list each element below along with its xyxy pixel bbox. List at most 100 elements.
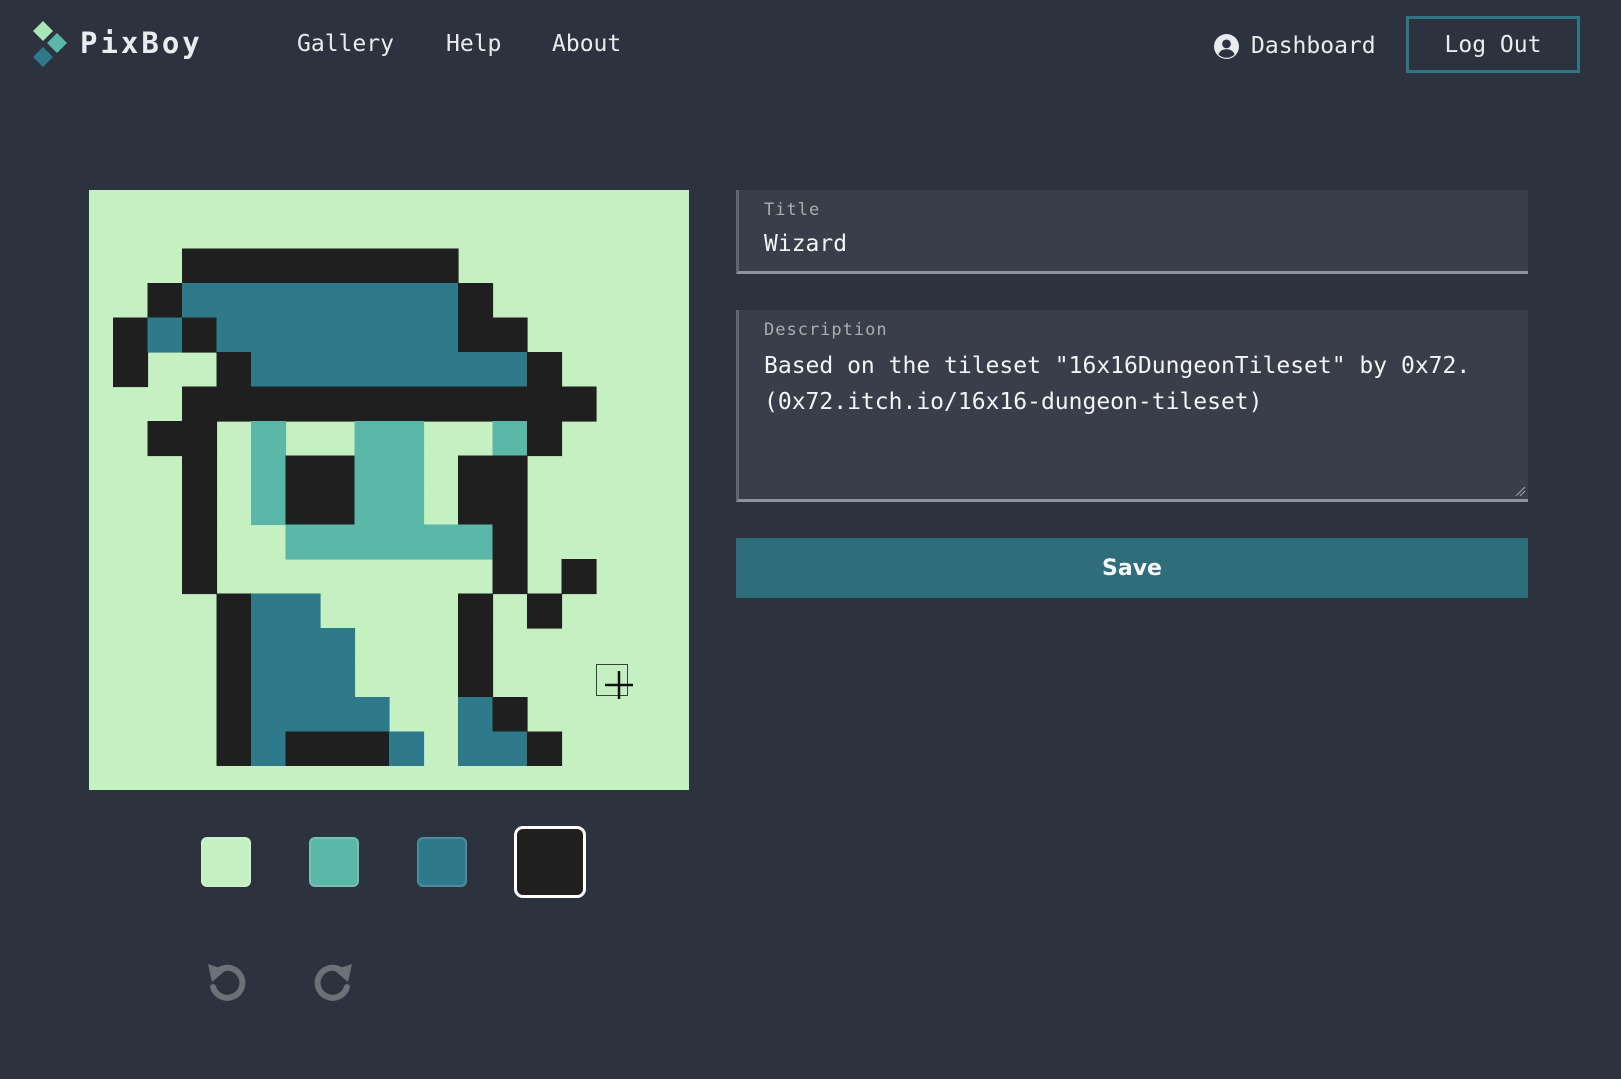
pixel[interactable]: [458, 524, 494, 560]
pixel[interactable]: [527, 386, 563, 422]
pixel[interactable]: [251, 421, 287, 457]
pixel[interactable]: [320, 731, 356, 767]
pixel[interactable]: [285, 662, 321, 698]
pixel[interactable]: [389, 524, 425, 560]
pixel[interactable]: [216, 283, 252, 319]
brand-name[interactable]: PixBoy: [80, 26, 203, 60]
pixel[interactable]: [354, 283, 390, 319]
pixel[interactable]: [320, 248, 356, 284]
pixel[interactable]: [182, 421, 218, 457]
pixel[interactable]: [389, 421, 425, 457]
save-button[interactable]: Save: [736, 538, 1528, 598]
pixel[interactable]: [113, 317, 149, 353]
pixel[interactable]: [251, 317, 287, 353]
pixel[interactable]: [182, 524, 218, 560]
pixel[interactable]: [320, 283, 356, 319]
pixel[interactable]: [320, 628, 356, 664]
description-textarea[interactable]: Based on the tileset "16x16DungeonTilese…: [764, 348, 1524, 420]
pixel[interactable]: [423, 317, 459, 353]
resize-grip-icon[interactable]: [1514, 485, 1526, 497]
pixel[interactable]: [354, 490, 390, 526]
palette-swatch-light[interactable]: [309, 837, 359, 887]
pixel[interactable]: [458, 662, 494, 698]
pixel[interactable]: [389, 317, 425, 353]
pixel[interactable]: [285, 628, 321, 664]
pixel[interactable]: [423, 283, 459, 319]
nav-link-about[interactable]: About: [552, 31, 621, 57]
pixel-canvas[interactable]: [89, 190, 689, 790]
pixel[interactable]: [182, 559, 218, 595]
pixel[interactable]: [354, 352, 390, 388]
pixel[interactable]: [389, 283, 425, 319]
pixel[interactable]: [423, 524, 459, 560]
pixel[interactable]: [251, 386, 287, 422]
pixel[interactable]: [285, 248, 321, 284]
pixel[interactable]: [251, 628, 287, 664]
pixel[interactable]: [216, 628, 252, 664]
pixel[interactable]: [251, 283, 287, 319]
pixel[interactable]: [561, 386, 597, 422]
pixel[interactable]: [458, 317, 494, 353]
pixel[interactable]: [285, 593, 321, 629]
pixel[interactable]: [389, 490, 425, 526]
pixel[interactable]: [354, 248, 390, 284]
pixel-art-grid[interactable]: [113, 214, 665, 766]
pixel[interactable]: [147, 317, 183, 353]
pixel[interactable]: [527, 593, 563, 629]
pixel[interactable]: [216, 697, 252, 733]
nav-link-help[interactable]: Help: [446, 31, 501, 57]
pixel[interactable]: [320, 352, 356, 388]
title-field[interactable]: Title Wizard: [736, 190, 1528, 274]
pixel[interactable]: [354, 697, 390, 733]
pixel[interactable]: [492, 490, 528, 526]
pixel[interactable]: [285, 697, 321, 733]
pixel[interactable]: [354, 317, 390, 353]
pixel[interactable]: [492, 455, 528, 491]
pixel[interactable]: [182, 386, 218, 422]
pixel[interactable]: [251, 352, 287, 388]
pixel[interactable]: [458, 352, 494, 388]
pixel[interactable]: [320, 455, 356, 491]
pixel[interactable]: [251, 697, 287, 733]
description-field[interactable]: Description Based on the tileset "16x16D…: [736, 310, 1528, 502]
pixel[interactable]: [423, 248, 459, 284]
pixel[interactable]: [251, 248, 287, 284]
pixel[interactable]: [354, 731, 390, 767]
logout-button[interactable]: Log Out: [1406, 16, 1580, 73]
pixel[interactable]: [527, 421, 563, 457]
pixel[interactable]: [389, 731, 425, 767]
pixel[interactable]: [216, 317, 252, 353]
pixel[interactable]: [251, 455, 287, 491]
pixel[interactable]: [251, 662, 287, 698]
pixel[interactable]: [285, 386, 321, 422]
palette-swatch-darkest[interactable]: [514, 826, 586, 898]
palette-swatch-lightest[interactable]: [201, 837, 251, 887]
pixel[interactable]: [492, 317, 528, 353]
pixel[interactable]: [320, 490, 356, 526]
pixel[interactable]: [492, 524, 528, 560]
pixel[interactable]: [492, 421, 528, 457]
pixel[interactable]: [182, 455, 218, 491]
pixel[interactable]: [458, 455, 494, 491]
pixel[interactable]: [389, 248, 425, 284]
pixel[interactable]: [527, 731, 563, 767]
pixel[interactable]: [354, 524, 390, 560]
pixel[interactable]: [182, 317, 218, 353]
pixel[interactable]: [458, 490, 494, 526]
pixel[interactable]: [354, 386, 390, 422]
pixel[interactable]: [423, 386, 459, 422]
pixel[interactable]: [389, 455, 425, 491]
pixel[interactable]: [285, 352, 321, 388]
dashboard-link[interactable]: Dashboard: [1214, 30, 1376, 62]
pixel[interactable]: [492, 559, 528, 595]
pixel[interactable]: [147, 283, 183, 319]
pixel[interactable]: [561, 559, 597, 595]
pixel[interactable]: [492, 697, 528, 733]
pixel[interactable]: [492, 731, 528, 767]
pixel[interactable]: [527, 352, 563, 388]
pixel[interactable]: [320, 662, 356, 698]
pixel[interactable]: [423, 352, 459, 388]
pixel[interactable]: [458, 628, 494, 664]
pixel[interactable]: [216, 248, 252, 284]
pixel[interactable]: [285, 317, 321, 353]
